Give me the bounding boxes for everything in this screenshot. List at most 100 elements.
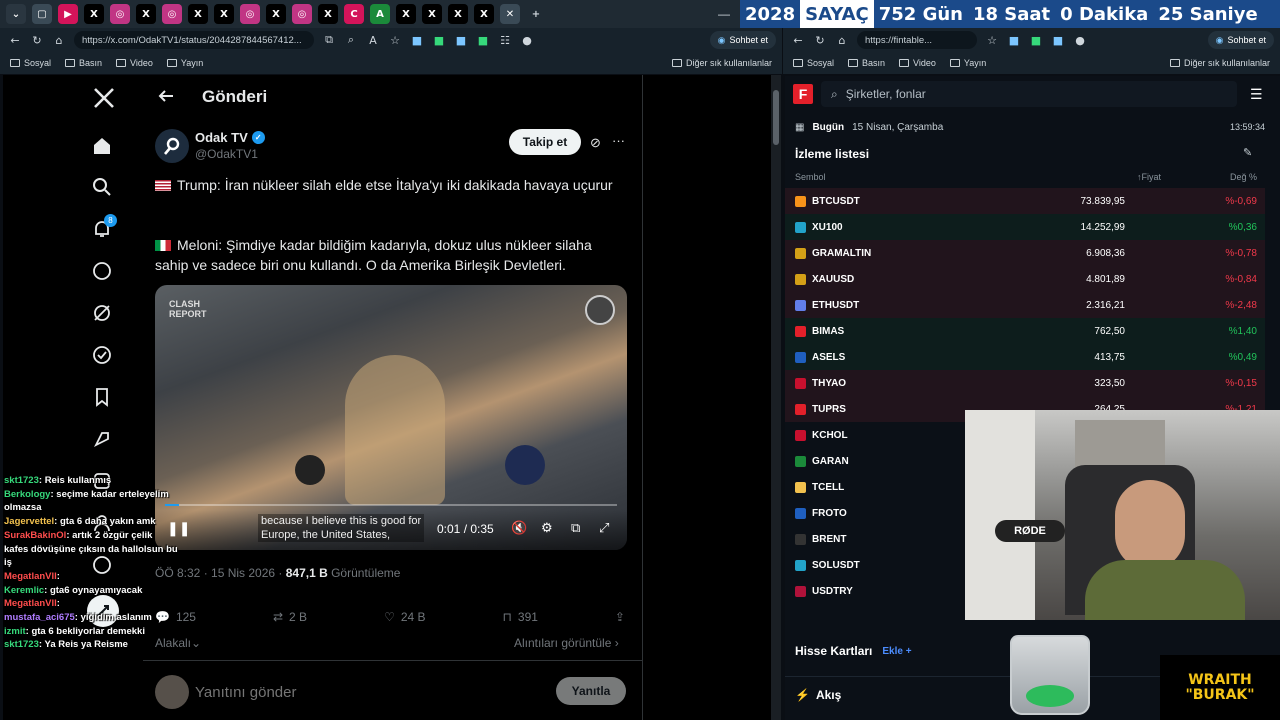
bookmark-folder[interactable]: Video bbox=[116, 58, 153, 68]
new-tab-button[interactable]: + bbox=[526, 4, 546, 24]
watchlist-row[interactable]: GRAMALTIN 6.908,36 %-0,78 bbox=[785, 240, 1265, 266]
copilot-chat-button[interactable]: ◉ Sohbet et bbox=[1207, 31, 1274, 49]
extension-icon[interactable]: ■ bbox=[1051, 34, 1065, 47]
reload-icon[interactable]: ↻ bbox=[30, 34, 44, 47]
left-scrollbar[interactable] bbox=[771, 75, 781, 720]
reload-icon[interactable]: ↻ bbox=[813, 34, 827, 47]
verified-icon[interactable] bbox=[91, 344, 113, 366]
tab-favicon[interactable]: X bbox=[396, 4, 416, 24]
grok-icon[interactable] bbox=[91, 302, 113, 324]
extension-icon[interactable]: ■ bbox=[1007, 34, 1021, 47]
collections-icon[interactable]: ☷ bbox=[498, 34, 512, 47]
tab-favicon[interactable]: X bbox=[214, 4, 234, 24]
author-avatar[interactable] bbox=[155, 129, 189, 163]
hamburger-menu-icon[interactable]: ☰ bbox=[1250, 86, 1263, 103]
view-quotes-link[interactable]: Alıntıları görüntüle › bbox=[514, 636, 619, 650]
notifications-bell-icon[interactable]: 8 bbox=[91, 214, 117, 240]
extension-icon[interactable]: ■ bbox=[410, 34, 424, 47]
left-scrollbar-thumb[interactable] bbox=[773, 90, 779, 145]
watchlist-row[interactable]: XAUUSD 4.801,89 %-0,84 bbox=[785, 266, 1265, 292]
tab-favicon[interactable]: X bbox=[318, 4, 338, 24]
bookmark-action[interactable]: ⊓ 391 bbox=[503, 610, 538, 624]
other-bookmarks[interactable]: Diğer sık kullanılanlar bbox=[1169, 58, 1270, 68]
share-action[interactable]: ⇪ bbox=[615, 610, 625, 624]
profile-avatar[interactable]: ● bbox=[520, 34, 534, 47]
author-name-row[interactable]: Odak TV ✓ bbox=[195, 130, 265, 145]
tab-favicon[interactable]: ◎ bbox=[240, 4, 260, 24]
tab-favicon[interactable]: X bbox=[474, 4, 494, 24]
bookmark-folder[interactable]: Sosyal bbox=[10, 58, 51, 68]
more-options-icon[interactable]: ··· bbox=[612, 133, 625, 148]
repost-action[interactable]: ⇄ 2 B bbox=[273, 610, 307, 624]
back-arrow-icon[interactable] bbox=[157, 87, 177, 107]
tab-favicon[interactable]: X bbox=[422, 4, 442, 24]
home-icon[interactable]: ⌂ bbox=[835, 34, 849, 47]
zoom-icon[interactable]: ⌕ bbox=[344, 33, 358, 47]
bookmark-folder[interactable]: Video bbox=[899, 58, 936, 68]
follow-button[interactable]: Takip et bbox=[509, 129, 581, 155]
video-player[interactable]: CLASH REPORT ❚❚ because I believe this i… bbox=[155, 285, 627, 550]
company-search[interactable]: ⌕ Şirketler, fonlar bbox=[821, 81, 1237, 107]
tab-favicon[interactable]: ◎ bbox=[110, 4, 130, 24]
tab-icon[interactable]: ⧉ bbox=[322, 33, 336, 47]
url-field[interactable]: https://x.com/OdakTV1/status/20442878445… bbox=[74, 31, 314, 49]
other-bookmarks[interactable]: Diğer sık kullanılanlar bbox=[671, 58, 772, 68]
favorite-star-icon[interactable]: ☆ bbox=[985, 34, 999, 47]
bookmarks-icon[interactable] bbox=[91, 386, 113, 408]
tab-favicon[interactable]: X bbox=[136, 4, 156, 24]
watchlist-row[interactable]: THYAO 323,50 %-0,15 bbox=[785, 370, 1265, 396]
fintable-logo[interactable]: F bbox=[793, 84, 813, 104]
watchlist-row[interactable]: ETHUSDT 2.316,21 %-2,48 bbox=[785, 292, 1265, 318]
minimize-icon[interactable]: — bbox=[718, 7, 730, 21]
home-icon[interactable]: ⌂ bbox=[52, 34, 66, 47]
watchlist-row[interactable]: ASELS 413,75 %0,49 bbox=[785, 344, 1265, 370]
add-card-button[interactable]: Ekle + bbox=[882, 646, 911, 657]
bookmark-folder[interactable]: Basın bbox=[848, 58, 885, 68]
active-tab[interactable]: ✕ bbox=[500, 4, 520, 24]
tab-favicon[interactable]: X bbox=[188, 4, 208, 24]
tab-favicon[interactable]: C bbox=[344, 4, 364, 24]
bookmark-folder[interactable]: Yayın bbox=[166, 58, 203, 68]
grok-explain-icon[interactable]: ⊘ bbox=[590, 135, 601, 151]
tab-favicon[interactable]: ◎ bbox=[162, 4, 182, 24]
edit-pencil-icon[interactable]: ✎ bbox=[1243, 146, 1252, 159]
workspace-icon[interactable]: ▢ bbox=[32, 4, 52, 24]
profile-avatar[interactable]: ● bbox=[1073, 34, 1087, 47]
x-logo-icon[interactable] bbox=[91, 85, 117, 111]
watchlist-row[interactable]: XU100 14.252,99 %0,36 bbox=[785, 214, 1265, 240]
settings-gear-icon[interactable]: ⚙ bbox=[541, 520, 553, 536]
extension-icon[interactable]: ■ bbox=[1029, 34, 1043, 47]
back-icon[interactable]: ← bbox=[791, 34, 805, 47]
col-change[interactable]: Değ % bbox=[1197, 172, 1257, 182]
rocket-icon[interactable] bbox=[91, 428, 113, 450]
col-price[interactable]: ↑Fiyat bbox=[1085, 172, 1161, 182]
bookmark-folder[interactable]: Basın bbox=[65, 58, 102, 68]
read-aloud-icon[interactable]: A bbox=[366, 34, 380, 47]
flow-header[interactable]: ⚡ Akış bbox=[795, 688, 841, 702]
picture-in-picture-icon[interactable]: ⧉ bbox=[571, 520, 580, 536]
tab-list-icon[interactable]: ⌄ bbox=[6, 4, 26, 24]
bookmark-folder[interactable]: Yayın bbox=[949, 58, 986, 68]
like-action[interactable]: ♡ 24 B bbox=[384, 610, 425, 624]
tab-favicon[interactable]: ◎ bbox=[292, 4, 312, 24]
back-icon[interactable]: ← bbox=[8, 34, 22, 47]
extension-icon[interactable]: ■ bbox=[476, 34, 490, 47]
url-field[interactable]: https://fintable... bbox=[857, 31, 977, 49]
reply-input[interactable] bbox=[195, 679, 495, 705]
extension-icon[interactable]: ■ bbox=[432, 34, 446, 47]
home-icon[interactable] bbox=[91, 135, 113, 157]
bookmark-folder[interactable]: Sosyal bbox=[793, 58, 834, 68]
extension-icon[interactable]: ■ bbox=[454, 34, 468, 47]
reply-button[interactable]: Yanıtla bbox=[556, 677, 626, 705]
author-handle[interactable]: @OdakTV1 bbox=[195, 147, 258, 161]
tab-favicon[interactable]: X bbox=[266, 4, 286, 24]
video-progress-track[interactable] bbox=[165, 504, 617, 506]
watchlist-row[interactable]: BIMAS 762,50 %1,40 bbox=[785, 318, 1265, 344]
author-name[interactable]: Odak TV bbox=[195, 130, 248, 145]
search-icon[interactable] bbox=[91, 176, 113, 198]
tab-favicon[interactable]: ▶ bbox=[58, 4, 78, 24]
fullscreen-icon[interactable]: ⤢ bbox=[599, 520, 609, 536]
copilot-chat-button[interactable]: ◉ Sohbet et bbox=[709, 31, 776, 49]
mute-icon[interactable]: 🔇 bbox=[511, 520, 527, 536]
favorite-star-icon[interactable]: ☆ bbox=[388, 34, 402, 47]
